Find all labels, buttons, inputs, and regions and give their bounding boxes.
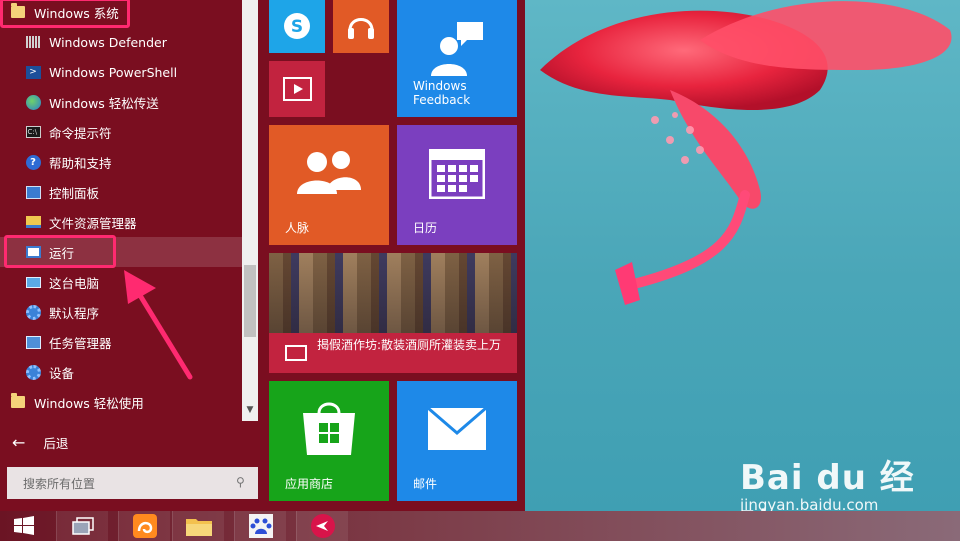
menu-item-windows-ease-of-access[interactable]: Windows 轻松使用	[0, 387, 242, 417]
taskbar-app-pinned[interactable]	[296, 511, 348, 541]
menu-item-control-panel[interactable]: 控制面板	[0, 177, 242, 207]
menu-item-label: 控制面板	[49, 185, 100, 201]
headphones-icon	[348, 18, 374, 39]
menu-item-label: 默认程序	[49, 305, 100, 321]
folder-icon	[185, 519, 212, 536]
menu-item-command-prompt[interactable]: C:\ 命令提示符	[0, 117, 242, 147]
news-headline: 揭假酒作坊:散装酒厕所灌装卖上万	[317, 338, 502, 352]
task-view-icon	[71, 517, 94, 535]
svg-text:S: S	[291, 17, 303, 37]
windows-start-icon	[14, 516, 34, 535]
scrollbar-thumb[interactable]	[244, 265, 256, 337]
tile-mail[interactable]: 邮件	[397, 381, 517, 501]
menu-item-help-support[interactable]: ? 帮助和支持	[0, 147, 242, 177]
back-label: 后退	[43, 435, 69, 451]
task-view-button[interactable]	[56, 511, 108, 541]
folder-icon	[10, 393, 26, 410]
control-panel-icon	[25, 184, 41, 200]
tile-music[interactable]	[333, 0, 389, 53]
app-icon	[310, 514, 335, 538]
taskbar	[0, 511, 960, 541]
devices-icon	[25, 364, 41, 380]
uc-browser-icon	[132, 514, 157, 538]
arrow-left-icon: ←	[12, 432, 26, 452]
tile-windows-feedback[interactable]: Windows Feedback	[397, 0, 517, 117]
menu-item-label: Windows 轻松使用	[34, 395, 144, 411]
search-icon[interactable]: ⚲	[236, 475, 250, 489]
tile-store[interactable]: 应用商店	[269, 381, 389, 501]
menu-item-label: Windows Defender	[49, 34, 167, 50]
taskbar-app-uc-browser[interactable]	[118, 511, 170, 541]
app-list-scrollbar[interactable]: ▼	[242, 0, 258, 421]
taskbar-app-file-explorer[interactable]	[172, 511, 224, 541]
tile-label: 人脉	[285, 221, 310, 235]
flower-image	[540, 1, 952, 305]
search-placeholder: 搜索所有位置	[23, 476, 96, 491]
annotation-arrow	[124, 270, 193, 380]
scroll-down-icon[interactable]: ▼	[245, 404, 255, 416]
this-pc-icon	[25, 274, 41, 290]
menu-item-label: 任务管理器	[49, 335, 112, 351]
start-button[interactable]	[0, 511, 48, 541]
calendar-icon	[429, 149, 485, 199]
back-button[interactable]: ← 后退	[0, 427, 242, 457]
baidu-icon	[248, 514, 273, 538]
menu-item-label: 设备	[49, 365, 75, 381]
menu-item-label: Windows 轻松传送	[49, 95, 159, 111]
menu-item-label: 帮助和支持	[49, 155, 112, 171]
tile-label: 日历	[413, 221, 438, 235]
tile-news[interactable]: 揭假酒作坊:散装酒厕所灌装卖上万	[269, 253, 517, 373]
menu-item-label: 文件资源管理器	[49, 215, 137, 231]
people-icon	[297, 151, 361, 194]
tile-skype[interactable]: S	[269, 0, 325, 53]
start-menu: Windows 系统 Windows Defender > Windows Po…	[0, 0, 525, 511]
tile-label: 邮件	[413, 477, 438, 491]
mail-icon	[427, 407, 487, 450]
tile-label: Windows Feedback	[413, 79, 471, 107]
baidu-watermark: Bai du 经验 jingyan.baidu.com	[740, 440, 940, 541]
search-input[interactable]: 搜索所有位置 ⚲	[7, 467, 258, 499]
menu-item-easy-transfer[interactable]: Windows 轻松传送	[0, 87, 242, 117]
app-list-pane: Windows 系统 Windows Defender > Windows Po…	[0, 0, 258, 511]
menu-item-windows-powershell[interactable]: > Windows PowerShell	[0, 57, 242, 87]
default-programs-icon	[25, 304, 41, 320]
annotation-highlight-box	[4, 235, 116, 268]
task-manager-icon	[25, 334, 41, 350]
feedback-icon	[431, 22, 483, 76]
tile-calendar[interactable]: 日历	[397, 125, 517, 245]
annotation-highlight-box	[0, 0, 130, 28]
help-icon: ?	[25, 154, 41, 170]
defender-icon	[25, 34, 41, 50]
menu-item-label: 这台电脑	[49, 275, 100, 291]
powershell-icon: >	[25, 64, 41, 80]
video-icon	[283, 77, 312, 101]
news-photo	[269, 253, 517, 333]
tile-label: 应用商店	[285, 477, 334, 491]
file-explorer-icon	[25, 214, 41, 230]
menu-item-file-explorer[interactable]: 文件资源管理器	[0, 207, 242, 237]
tile-people[interactable]: 人脉	[269, 125, 389, 245]
store-icon	[303, 402, 355, 455]
tile-video[interactable]	[269, 61, 325, 117]
news-icon	[285, 345, 307, 361]
menu-item-label: 命令提示符	[49, 125, 112, 141]
easy-transfer-icon	[25, 94, 41, 110]
skype-icon: S	[284, 13, 310, 39]
menu-item-label: Windows PowerShell	[49, 64, 178, 80]
taskbar-app-baidu[interactable]	[234, 511, 286, 541]
command-prompt-icon: C:\	[25, 124, 41, 140]
menu-item-windows-defender[interactable]: Windows Defender	[0, 27, 242, 57]
